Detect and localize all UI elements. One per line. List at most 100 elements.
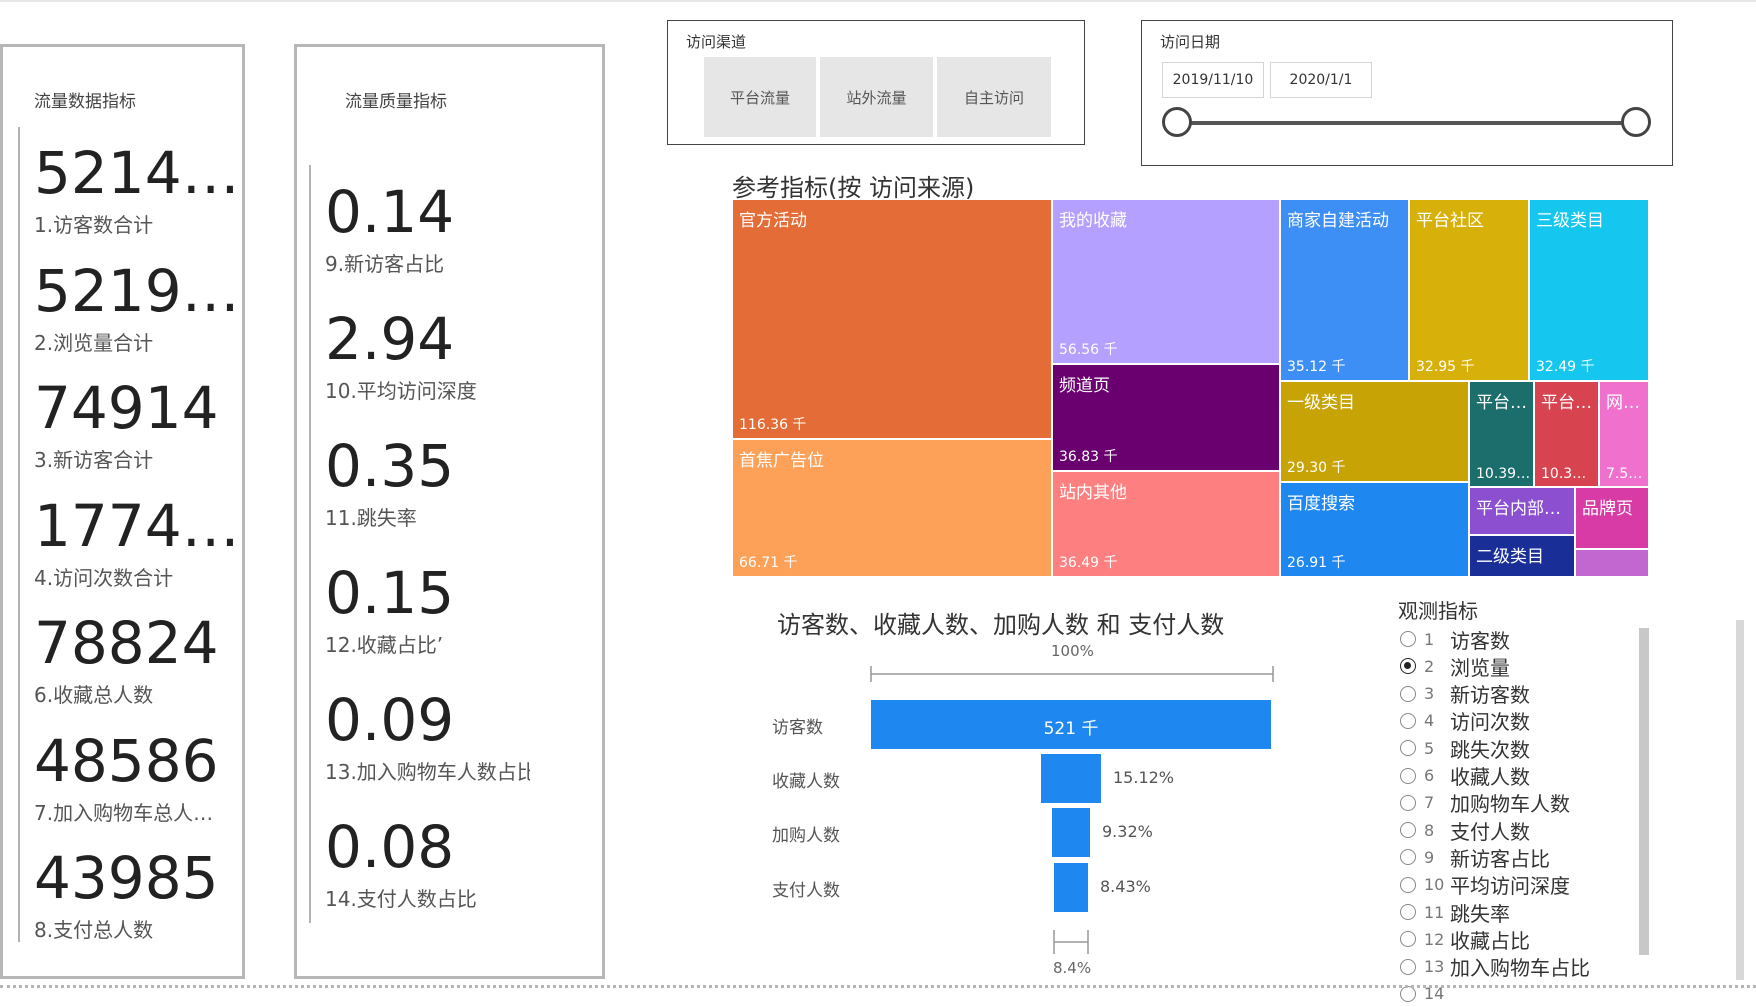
treemap-tile-label: 站内其他	[1059, 483, 1127, 503]
treemap-tile[interactable]: 平台内部…	[1469, 487, 1575, 535]
treemap-tile[interactable]	[1575, 549, 1649, 577]
radio-button[interactable]	[1400, 740, 1416, 757]
funnel-bar[interactable]	[1054, 863, 1088, 912]
treemap-tile-label: 商家自建活动	[1287, 211, 1389, 231]
treemap-tile-label: 百度搜索	[1287, 494, 1355, 514]
metric-option-label: 平均访问深度	[1450, 874, 1570, 899]
metric-option-label: 新访客占比	[1450, 846, 1550, 871]
date-range-start-handle[interactable]	[1162, 107, 1192, 137]
treemap-tile[interactable]: 百度搜索 26.91 千	[1280, 482, 1469, 577]
treemap-tile[interactable]: 网… 7.5…	[1599, 381, 1649, 487]
treemap-tile[interactable]: 商家自建活动 35.12 千	[1280, 199, 1409, 381]
metric-option-label: 加入购物车占比	[1450, 956, 1590, 981]
treemap-tile[interactable]: 品牌页	[1575, 487, 1649, 549]
funnel-bar-value: 521 千	[1043, 719, 1099, 739]
treemap-tile[interactable]: 二级类目	[1469, 535, 1575, 577]
treemap-tile-value: 35.12 千	[1287, 359, 1346, 375]
treemap-tile[interactable]: 平台… 10.39…	[1469, 381, 1534, 487]
channel-option-direct[interactable]: 自主访问	[937, 57, 1051, 137]
metric-option-label: 访客数	[1450, 628, 1510, 653]
metric-option[interactable]: 12 收藏占比	[1400, 926, 1530, 953]
radio-button[interactable]	[1400, 794, 1416, 811]
radio-button[interactable]	[1400, 712, 1416, 729]
treemap-title: 参考指标(按 访问来源)	[732, 174, 975, 202]
radio-button[interactable]	[1400, 958, 1416, 975]
metric-option-number: 11	[1424, 902, 1445, 922]
metric-option[interactable]: 2 浏览量	[1400, 653, 1510, 680]
treemap-tile[interactable]: 站内其他 36.49 千	[1052, 471, 1280, 577]
kpi-value: 5214…	[34, 139, 240, 207]
end-date-input[interactable]: 2020/1/1	[1270, 62, 1372, 98]
treemap-tile[interactable]: 我的收藏 56.56 千	[1052, 199, 1280, 364]
traffic-panel-title: 流量数据指标	[34, 92, 136, 112]
funnel-stage-percent: 8.43%	[1100, 877, 1151, 896]
kpi-value: 5219…	[34, 256, 240, 325]
funnel-bar[interactable]	[1041, 754, 1101, 803]
treemap-tile-label: 品牌页	[1582, 499, 1633, 519]
kpi-label: 14.支付人数占比	[325, 887, 477, 911]
radio-button[interactable]	[1400, 631, 1416, 647]
treemap-tile[interactable]: 平台… 10.3…	[1534, 381, 1599, 487]
metric-option-label: 加购物车人数	[1450, 792, 1570, 817]
funnel-stage-percent: 9.32%	[1102, 822, 1153, 841]
treemap-tile[interactable]: 三级类目 32.49 千	[1529, 199, 1649, 381]
metric-option[interactable]: 11 跳失率	[1400, 899, 1510, 926]
metric-option[interactable]: 10 平均访问深度	[1400, 872, 1570, 898]
channel-option-platform[interactable]: 平台流量	[704, 57, 816, 137]
metric-option[interactable]: 6 收藏人数	[1400, 763, 1530, 789]
metric-option[interactable]: 9 新访客占比	[1400, 844, 1550, 871]
metric-option[interactable]: 7 加购物车人数	[1400, 790, 1570, 816]
radio-button[interactable]	[1400, 985, 1416, 1002]
treemap-tile[interactable]: 首焦广告位 66.71 千	[732, 439, 1052, 577]
funnel-title: 访客数、收藏人数、加购人数 和 支付人数	[777, 611, 1225, 639]
date-range-end-handle[interactable]	[1621, 107, 1651, 137]
radio-button[interactable]	[1400, 822, 1416, 839]
metric-option[interactable]: 4 访问次数	[1400, 708, 1530, 734]
treemap-tile[interactable]: 频道页 36.83 千	[1052, 364, 1280, 471]
channel-slicer: 访问渠道 平台流量 站外流量 自主访问	[667, 20, 1085, 145]
metric-option-number: 2	[1424, 656, 1435, 676]
treemap-tile-value: 10.39…	[1476, 466, 1531, 482]
radio-button[interactable]	[1400, 685, 1416, 702]
metric-option-number: 4	[1424, 711, 1435, 731]
radio-button[interactable]	[1400, 849, 1416, 866]
treemap-tile-value: 36.49 千	[1059, 555, 1118, 571]
top-border	[0, 0, 1756, 2]
metric-selector-title: 观测指标	[1398, 599, 1478, 623]
radio-button[interactable]	[1400, 767, 1416, 784]
radio-button[interactable]	[1400, 931, 1416, 948]
funnel-chart: 访客数 521 千收藏人数 15.12% 加购人数 9.32% 支付人数 8.43%	[770, 696, 1290, 936]
page-scrollbar[interactable]	[1736, 620, 1744, 980]
channel-slicer-title: 访问渠道	[686, 33, 747, 51]
treemap-tile[interactable]: 一级类目 29.30 千	[1280, 381, 1469, 482]
metric-list-scrollbar[interactable]	[1639, 628, 1649, 955]
metric-option[interactable]: 8 支付人数	[1400, 817, 1530, 844]
metric-option-label: 收藏占比	[1450, 928, 1530, 953]
channel-option-external[interactable]: 站外流量	[820, 57, 933, 137]
kpi-label: 1.访客数合计	[34, 213, 154, 237]
treemap-tile-label: 平台内部…	[1476, 499, 1561, 519]
metric-option[interactable]: 1 访客数	[1400, 626, 1510, 653]
treemap-tile[interactable]: 平台社区 32.95 千	[1409, 199, 1529, 381]
treemap-tile-label: 三级类目	[1536, 211, 1604, 231]
metric-option[interactable]: 3 新访客数	[1400, 681, 1530, 707]
kpi-label: 6.收藏总人数	[34, 683, 154, 707]
radio-button[interactable]	[1400, 876, 1416, 893]
metric-option[interactable]: 5 跳失次数	[1400, 735, 1530, 762]
radio-button[interactable]	[1400, 904, 1416, 920]
date-range-track[interactable]	[1178, 121, 1628, 125]
metric-option[interactable]: 13 加入购物车占比	[1400, 954, 1590, 980]
funnel-bar[interactable]	[1052, 808, 1090, 857]
funnel-bar[interactable]: 521 千	[871, 700, 1271, 749]
traffic-panel-divider	[18, 127, 20, 942]
funnel-stage-percent: 15.12%	[1113, 768, 1175, 787]
treemap-tile-label: 官方活动	[739, 211, 807, 231]
treemap-tile[interactable]: 官方活动 116.36 千	[732, 199, 1052, 439]
treemap-tile-label: 平台…	[1541, 393, 1592, 413]
treemap-tile-label: 一级类目	[1287, 393, 1355, 413]
metric-option-number: 7	[1424, 793, 1435, 813]
radio-button[interactable]	[1400, 658, 1416, 675]
funnel-stage-label: 支付人数	[772, 881, 840, 901]
start-date-input[interactable]: 2019/11/10	[1162, 62, 1264, 98]
metric-option-number: 6	[1424, 766, 1435, 785]
